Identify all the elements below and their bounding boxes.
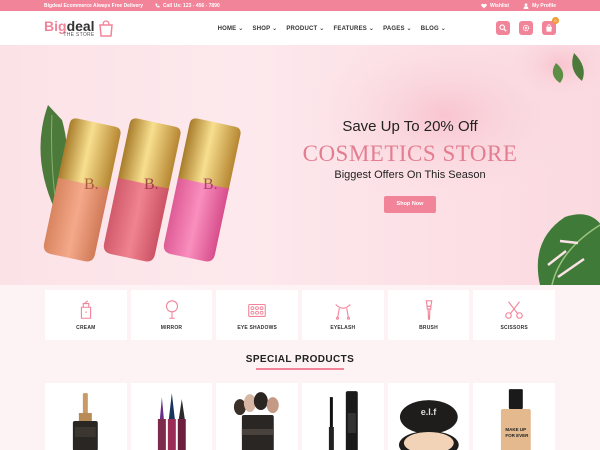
logo-text: Bigdeal THE STORE — [44, 19, 95, 38]
phone-text: Call Us: 123 - 456 - 7890 — [163, 2, 220, 9]
category-label: CREAM — [76, 325, 96, 331]
nav-shop-label: SHOP — [252, 25, 271, 32]
cream-icon — [80, 300, 91, 319]
cart-icon — [546, 24, 552, 32]
brush-icon — [425, 300, 432, 320]
product-card-brush-set[interactable] — [216, 383, 299, 450]
phone-icon — [155, 3, 160, 8]
cart-count-badge: 0 — [552, 17, 559, 24]
wishlist-link[interactable]: Wishlist — [481, 3, 509, 9]
monstera-leaf — [537, 214, 600, 285]
makeup-label-line-1: MAKE UP — [505, 427, 527, 432]
makeup-label-line-2: FOR EVER — [505, 433, 529, 438]
heart-icon — [481, 3, 487, 8]
foundation-makeup-forever-image — [501, 389, 532, 450]
nav-home[interactable]: HOME ⌄ — [218, 25, 244, 32]
special-products-title: SPECIAL PRODUCTS — [245, 354, 355, 365]
settings-button[interactable] — [519, 21, 533, 35]
top-bar: Bigdeal Ecommerce Always Free Delivery C… — [0, 0, 600, 11]
search-icon — [499, 24, 507, 32]
nav-features-label: FEATURES — [333, 25, 367, 32]
hero-subtitle: Save Up To 20% Off — [342, 118, 478, 135]
category-eyelash[interactable]: EYELASH — [302, 290, 384, 340]
elf-brand-label: e.l.f — [420, 407, 437, 417]
category-cream[interactable]: CREAM — [45, 290, 127, 340]
nav-pages-label: PAGES — [383, 25, 405, 32]
category-label: BRUSH — [419, 325, 438, 331]
hero-title: COSMETICS STORE — [302, 141, 518, 166]
top-bar-links: Wishlist My Profile — [481, 3, 556, 9]
phone-info: Call Us: 123 - 456 - 7890 — [155, 3, 220, 9]
eyelash-curler-icon — [335, 304, 351, 320]
gear-icon — [522, 24, 530, 32]
lipstick-letter-2: B. — [144, 176, 159, 193]
wishlist-label: Wishlist — [489, 2, 510, 9]
page: Bigdeal Ecommerce Always Free Delivery C… — [0, 0, 600, 450]
product-card-foundation-bottle[interactable] — [45, 383, 127, 450]
category-mirror[interactable]: MIRROR — [130, 290, 213, 340]
hero-description: Biggest Offers On This Season — [334, 169, 486, 181]
user-icon — [523, 2, 529, 9]
nav-home-label: HOME — [217, 25, 237, 32]
header-icons: 0 — [496, 17, 559, 35]
foundation-bottle-image — [72, 393, 98, 450]
category-scissors[interactable]: SCISSORS — [473, 290, 556, 340]
shopping-bag-icon — [98, 19, 113, 37]
category-label: SCISSORS — [500, 325, 528, 331]
eyeshadow-palette-icon — [248, 303, 266, 317]
nav-blog-label: BLOG — [420, 25, 439, 32]
logo-tagline: THE STORE — [63, 31, 95, 38]
nav-product-label: PRODUCT — [286, 25, 318, 32]
main-nav: HOME ⌄ SHOP ⌄ PRODUCT ⌄ FEATURES ⌄ PAGES… — [218, 25, 446, 32]
logo[interactable]: Bigdeal THE STORE — [44, 19, 114, 38]
nav-shop[interactable]: SHOP ⌄ — [253, 25, 278, 32]
promo-text: Bigdeal Ecommerce Always Free Delivery — [44, 2, 144, 9]
nav-features[interactable]: FEATURES ⌄ — [334, 25, 375, 32]
nav-blog[interactable]: BLOG ⌄ — [421, 25, 446, 32]
category-label: EYE SHADOWS — [237, 325, 278, 331]
brush-set-image — [234, 392, 280, 450]
lipstick-letter-1: B. — [84, 176, 99, 193]
cart-button[interactable]: 0 — [542, 17, 559, 35]
product-row: e.l.f MAKE UP FOR EVER — [45, 383, 556, 450]
nav-pages[interactable]: PAGES ⌄ — [383, 25, 412, 32]
title-underline — [256, 368, 344, 370]
profile-link[interactable]: My Profile — [523, 3, 556, 9]
category-row: CREAM MIRROR EYE SHADOWS EYELASH BRUSH S… — [45, 290, 556, 340]
header: Bigdeal THE STORE HOME ⌄ SHOP ⌄ PRODUCT … — [0, 11, 600, 45]
product-card-makeup-forever[interactable]: MAKE UP FOR EVER — [473, 383, 556, 450]
category-label: MIRROR — [160, 325, 183, 331]
shop-now-button[interactable]: Shop Now — [384, 196, 436, 213]
nav-product[interactable]: PRODUCT ⌄ — [286, 25, 324, 32]
mascara-image — [328, 391, 358, 450]
mirror-icon — [165, 300, 178, 319]
scissors-icon — [505, 301, 523, 319]
search-button[interactable] — [496, 21, 510, 35]
hero-text: Save Up To 20% Off COSMETICS STORE Bigge… — [300, 118, 520, 213]
product-card-elf-powder[interactable]: e.l.f — [387, 383, 470, 450]
category-label: EYELASH — [330, 325, 356, 331]
profile-label: My Profile — [532, 2, 556, 9]
logo-main: Bigdeal — [44, 19, 95, 33]
product-card-mascara[interactable] — [302, 383, 384, 450]
lipstick-letter-3: B. — [203, 176, 218, 193]
product-card-eyeliners[interactable] — [130, 383, 213, 450]
category-brush[interactable]: BRUSH — [387, 290, 470, 340]
eyeliner-set-image — [157, 393, 186, 450]
category-eye-shadows[interactable]: EYE SHADOWS — [216, 290, 299, 340]
hero-banner: B. B. B. Save Up To 20% Off COSMETICS ST… — [0, 45, 600, 285]
